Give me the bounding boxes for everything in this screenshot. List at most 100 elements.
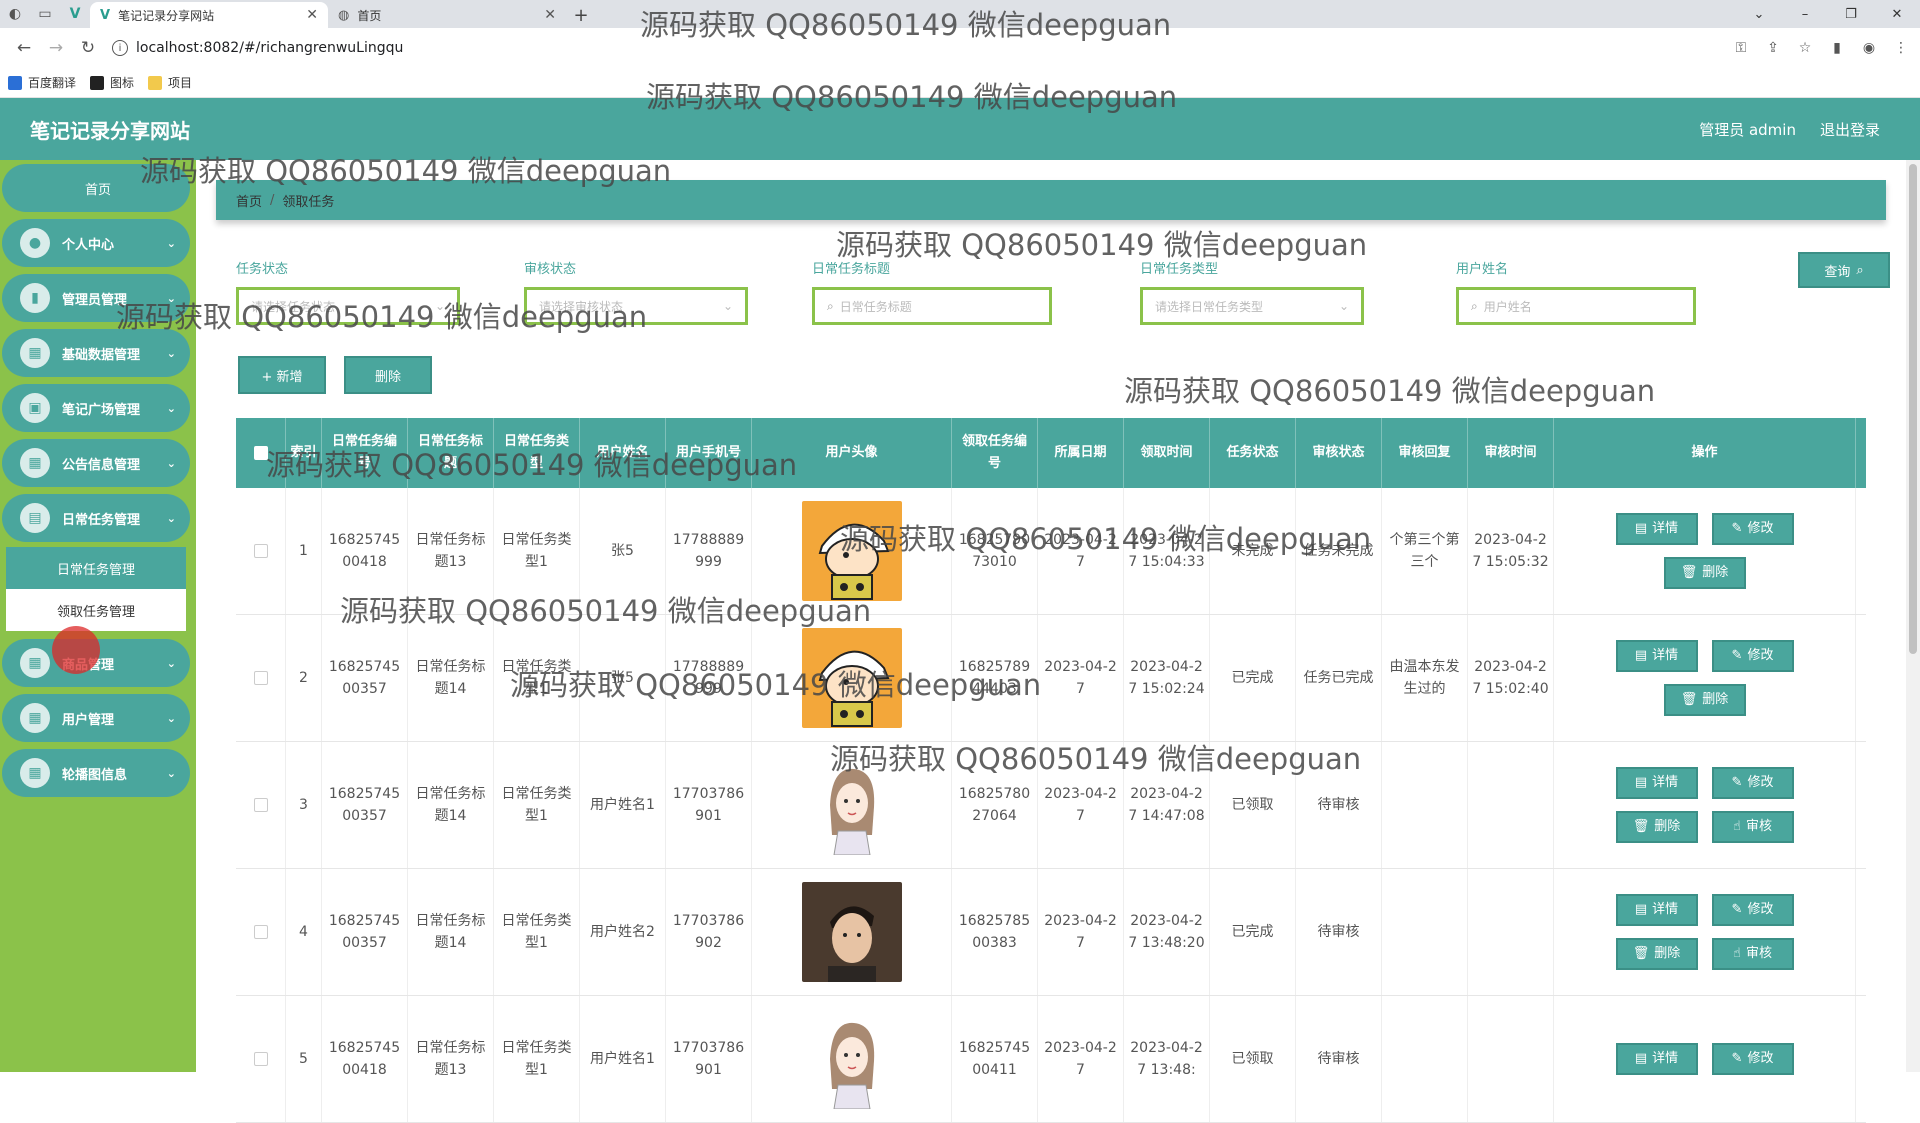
browser-tab-pinned-icon[interactable]: V bbox=[60, 0, 90, 28]
minimize-icon[interactable]: – bbox=[1782, 0, 1828, 28]
pencil-icon: ✎ bbox=[1731, 521, 1743, 536]
select-all-checkbox[interactable] bbox=[253, 446, 268, 460]
table-row: 1 1682574500418 日常任务标题13 日常任务类型1 张5 177888899… bbox=[236, 488, 1866, 615]
delete-button[interactable]: 🗑 删除 bbox=[1663, 557, 1746, 589]
main-content: 首页 / 领取任务 任务状态 请选择任务状态 ⌄ 审核状态 请选择审核状态 ⌄ … bbox=[196, 160, 1920, 1123]
cell-phone: 17703786902 bbox=[666, 869, 752, 995]
sidebar-item-home[interactable]: 首页 bbox=[2, 164, 190, 212]
sidebar-subitem-claim-task[interactable]: 领取任务管理 bbox=[6, 589, 186, 631]
cell-user: 用户姓名1 bbox=[580, 742, 666, 868]
browser-tab-active[interactable]: V 笔记记录分享网站 ✕ bbox=[90, 2, 328, 28]
table-row: 5 1682574500418 日常任务标题13 日常任务类型1 用户姓名1 177037… bbox=[236, 996, 1866, 1123]
trash-icon: 🗑 bbox=[1632, 946, 1650, 961]
cell-claim-time: 2023-04-27 13:48:20 bbox=[1124, 869, 1210, 995]
delete-button[interactable]: 🗑 删除 bbox=[1615, 938, 1698, 970]
row-checkbox[interactable] bbox=[253, 1052, 268, 1066]
cell-user: 张5 bbox=[580, 488, 666, 614]
page-scrollbar[interactable] bbox=[1906, 160, 1920, 1072]
sidebar-item[interactable]: ▦ 轮播图信息 ⌄ bbox=[2, 749, 190, 797]
edit-button[interactable]: ✎ 修改 bbox=[1711, 767, 1794, 799]
reload-icon[interactable]: ↻ bbox=[72, 32, 104, 64]
task-status-select[interactable]: 请选择任务状态 ⌄ bbox=[236, 287, 460, 325]
sidebar-item[interactable]: ▦ 基础数据管理 ⌄ bbox=[2, 329, 190, 377]
chevron-down-icon: ⌄ bbox=[166, 291, 176, 305]
menu-icon[interactable]: ⋮ bbox=[1892, 40, 1910, 56]
browser-tab[interactable]: ◍ 首页 ✕ bbox=[328, 2, 566, 28]
key-icon[interactable]: ⚿ bbox=[1732, 40, 1750, 56]
chevron-down-icon[interactable]: ⌄ bbox=[1736, 0, 1782, 28]
cell-phone: 17788889999 bbox=[666, 615, 752, 741]
add-button[interactable]: + 新增 bbox=[238, 356, 326, 394]
filter-label: 任务状态 bbox=[236, 262, 289, 277]
audit-status-select[interactable]: 请选择审核状态 ⌄ bbox=[524, 287, 748, 325]
sidebar-item[interactable]: ▦ 公告信息管理 ⌄ bbox=[2, 439, 190, 487]
sidebar-submenu: 日常任务管理 领取任务管理 bbox=[6, 547, 186, 631]
row-checkbox[interactable] bbox=[253, 671, 268, 685]
cell-reply bbox=[1382, 869, 1468, 995]
detail-button[interactable]: ▤ 详情 bbox=[1615, 894, 1698, 926]
cell-claim-time: 2023-04-27 15:02:24 bbox=[1124, 615, 1210, 741]
cell-date: 2023-04-27 bbox=[1038, 869, 1124, 995]
audit-button[interactable]: ☝ 审核 bbox=[1711, 811, 1794, 843]
sidebar-item[interactable]: ● 个人中心 ⌄ bbox=[2, 219, 190, 267]
edit-button[interactable]: ✎ 修改 bbox=[1711, 1043, 1794, 1075]
cell-type: 日常任务类型1 bbox=[494, 488, 580, 614]
share-icon[interactable]: ⇪ bbox=[1764, 40, 1782, 56]
edit-button[interactable]: ✎ 修改 bbox=[1711, 894, 1794, 926]
task-title-input[interactable]: ⌕ 日常任务标题 bbox=[812, 287, 1052, 325]
forward-icon[interactable]: → bbox=[40, 32, 72, 64]
breadcrumb-home[interactable]: 首页 bbox=[236, 191, 262, 210]
cell-claim-no: 1682574500411 bbox=[952, 996, 1038, 1122]
sidebar-item[interactable]: ▣ 笔记广场管理 ⌄ bbox=[2, 384, 190, 432]
url-field[interactable]: i localhost:8082/#/richangrenwuLingqu bbox=[112, 40, 403, 56]
query-label: 查询 bbox=[1824, 264, 1851, 280]
detail-button[interactable]: ▤ 详情 bbox=[1615, 767, 1698, 799]
cell-status: 已完成 bbox=[1210, 615, 1296, 741]
row-checkbox[interactable] bbox=[253, 544, 268, 558]
new-tab-button[interactable]: + bbox=[566, 2, 596, 28]
column-header: 领取任务编号 bbox=[952, 418, 1038, 488]
star-icon[interactable]: ☆ bbox=[1796, 40, 1814, 56]
grid-icon: ▦ bbox=[20, 703, 50, 733]
action-buttons: + 新增 删除 bbox=[238, 356, 432, 394]
sidebar-item[interactable]: ▤ 日常任务管理 ⌄ bbox=[2, 494, 190, 542]
batch-delete-button[interactable]: 删除 bbox=[344, 356, 432, 394]
detail-button[interactable]: ▤ 详情 bbox=[1615, 1043, 1698, 1075]
sidebar-subitem-daily-task[interactable]: 日常任务管理 bbox=[6, 547, 186, 589]
scrollbar-thumb[interactable] bbox=[1909, 164, 1917, 654]
detail-button[interactable]: ▤ 详情 bbox=[1615, 513, 1698, 545]
bookmark-item[interactable]: 百度翻译 bbox=[8, 74, 76, 91]
info-icon[interactable]: i bbox=[112, 40, 128, 56]
logout-link[interactable]: 退出登录 bbox=[1820, 119, 1880, 140]
profile-icon[interactable]: ◉ bbox=[1860, 40, 1878, 56]
back-icon[interactable]: ← bbox=[8, 32, 40, 64]
pencil-icon: ✎ bbox=[1731, 775, 1743, 790]
browser-tab-pinned-icon[interactable]: ◐ bbox=[0, 0, 30, 28]
browser-tab-pinned-icon[interactable]: ▭ bbox=[30, 0, 60, 28]
task-type-select[interactable]: 请选择日常任务类型 ⌄ bbox=[1140, 287, 1364, 325]
close-window-icon[interactable]: ✕ bbox=[1874, 0, 1920, 28]
list-icon: ▤ bbox=[1634, 648, 1648, 663]
bookmark-item[interactable]: 项目 bbox=[148, 74, 192, 91]
edit-button[interactable]: ✎ 修改 bbox=[1711, 513, 1794, 545]
sidepanel-icon[interactable]: ▮ bbox=[1828, 40, 1846, 56]
query-button[interactable]: 查询 ⌕ bbox=[1798, 252, 1890, 288]
bookmark-item[interactable]: 图标 bbox=[90, 74, 134, 91]
bookmark-label: 项目 bbox=[168, 76, 193, 90]
sidebar-item[interactable]: ▮ 管理员管理 ⌄ bbox=[2, 274, 190, 322]
audit-button[interactable]: ☝ 审核 bbox=[1711, 938, 1794, 970]
user-name-input[interactable]: ⌕ 用户姓名 bbox=[1456, 287, 1696, 325]
chevron-down-icon: ⌄ bbox=[434, 299, 445, 313]
table-row: 2 1682574500357 日常任务标题14 日常任务类型1 张5 177888899… bbox=[236, 615, 1866, 742]
restore-icon[interactable]: ❐ bbox=[1828, 0, 1874, 28]
close-icon[interactable]: ✕ bbox=[544, 7, 556, 23]
row-checkbox[interactable] bbox=[253, 925, 268, 939]
delete-button[interactable]: 🗑 删除 bbox=[1615, 811, 1698, 843]
row-checkbox[interactable] bbox=[253, 798, 268, 812]
detail-button[interactable]: ▤ 详情 bbox=[1615, 640, 1698, 672]
sidebar-item[interactable]: ▦ 用户管理 ⌄ bbox=[2, 694, 190, 742]
close-icon[interactable]: ✕ bbox=[306, 7, 318, 23]
delete-button[interactable]: 🗑 删除 bbox=[1663, 684, 1746, 716]
header-checkbox-cell bbox=[236, 418, 286, 488]
edit-button[interactable]: ✎ 修改 bbox=[1711, 640, 1794, 672]
